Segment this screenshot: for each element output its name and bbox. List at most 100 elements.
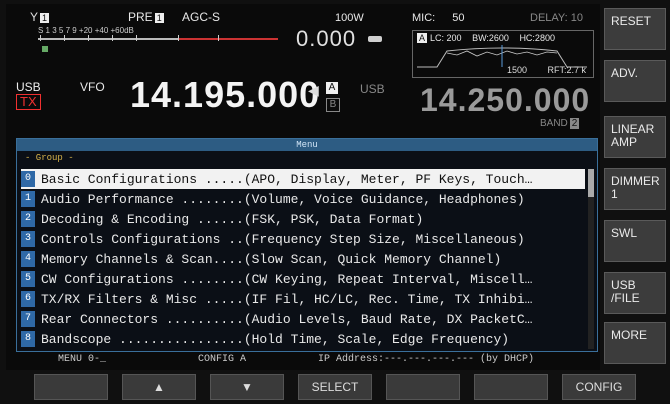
config-button[interactable]: CONFIG: [562, 374, 636, 400]
filter-tag: A: [417, 33, 428, 43]
vfo-arrow-icon: ◀: [308, 82, 319, 98]
menu-number: MENU 0-_: [58, 354, 107, 365]
menu-item-label: Rear Connectors ..........(Audio Levels,…: [41, 311, 533, 327]
delay-indicator: DELAY: 10: [530, 12, 583, 24]
smeter-scale: S 1 3 5 7 9 +20 +40 +60dB: [38, 26, 134, 35]
smeter-label: Y: [30, 10, 39, 24]
menu-item-label: Basic Configurations .....(APO, Display,…: [41, 171, 533, 187]
menu-item-decoding-encoding[interactable]: 2 Decoding & Encoding ......(FSK, PSK, D…: [21, 209, 585, 229]
vfo-a-frequency: 14.195.000: [130, 74, 321, 115]
fkey-5[interactable]: [386, 374, 460, 400]
radio-screen: Y1 PRE 1 AGC-S 100W 0.000 MIC: 50 DELAY: …: [0, 0, 670, 404]
vfo-label: VFO: [80, 80, 105, 94]
menu-scrollbar[interactable]: [588, 169, 594, 349]
menu-item-audio-performance[interactable]: 1 Audio Performance ........(Volume, Voi…: [21, 189, 585, 209]
vfo-a-tag: A: [326, 82, 338, 94]
menu-item-number: 1: [21, 191, 35, 207]
smeter-level: [42, 46, 48, 52]
rit-led-icon: [368, 36, 382, 42]
menu-item-number: 0: [21, 171, 35, 187]
menu-item-tx-rx-filters[interactable]: 6 TX/RX Filters & Misc .....(IF Fil, HC/…: [21, 289, 585, 309]
menu-window: Menu - Group - 0 Basic Configurations ..…: [16, 138, 598, 352]
smeter-tick: [218, 35, 219, 41]
menu-item-number: 3: [21, 231, 35, 247]
power-indicator: 100W: [335, 12, 364, 24]
smeter-over-bar: [178, 38, 278, 40]
filter-marks: 1500 RFT:2.7 k: [507, 65, 586, 75]
scrollbar-thumb[interactable]: [588, 169, 594, 197]
mic-gain: MIC: 50: [412, 12, 465, 24]
menu-item-label: Memory Channels & Scan....(Slow Scan, Qu…: [41, 251, 502, 267]
menu-item-number: 5: [21, 271, 35, 287]
smeter-tick: [40, 35, 41, 41]
filter-hc: HC:2800: [519, 33, 555, 43]
menu-item-basic-configurations[interactable]: 0 Basic Configurations .....(APO, Displa…: [21, 169, 585, 189]
vfo-b-tag: B: [326, 98, 340, 112]
filter-display: A LC: 200 BW:2600 HC:2800 1500 RFT:2.7 k: [412, 30, 594, 78]
scroll-up-button[interactable]: ▲: [122, 374, 196, 400]
mode-indicator: USB: [16, 80, 41, 94]
smeter-tick: [112, 35, 113, 41]
ip-address: IP Address:---.---.---.--- (by DHCP): [318, 354, 535, 365]
preamp-indicator: PRE 1: [128, 10, 164, 24]
pre-value: 1: [154, 13, 164, 23]
menu-item-label: Audio Performance ........(Volume, Voice…: [41, 191, 525, 207]
filter-values: A LC: 200 BW:2600 HC:2800: [417, 33, 555, 43]
fkey-1[interactable]: [34, 374, 108, 400]
agc-indicator: AGC-S: [182, 10, 221, 24]
menu-item-label: TX/RX Filters & Misc .....(IF Fil, HC/LC…: [41, 291, 533, 307]
reset-button[interactable]: RESET: [604, 8, 666, 50]
menu-item-number: 6: [21, 291, 35, 307]
band-indicator: BAND 2: [540, 118, 580, 129]
menu-group-heading: - Group -: [25, 153, 74, 163]
pre-label: PRE: [128, 10, 153, 24]
filter-lc: LC: 200: [430, 33, 462, 43]
mic-label: MIC:: [412, 12, 436, 24]
menu-item-controls-configurations[interactable]: 3 Controls Configurations ..(Frequency S…: [21, 229, 585, 249]
adv-button[interactable]: ADV.: [604, 60, 666, 102]
menu-item-rear-connectors[interactable]: 7 Rear Connectors ..........(Audio Level…: [21, 309, 585, 329]
smeter-tick: [88, 35, 89, 41]
tx-indicator: TX: [16, 94, 41, 110]
menu-item-cw-configurations[interactable]: 5 CW Configurations ........(CW Keying, …: [21, 269, 585, 289]
antenna-badge: 1: [40, 13, 50, 23]
vfo-b-frequency: 14.250.000: [420, 82, 591, 118]
smeter-tick: [136, 35, 137, 41]
menu-item-label: Bandscope ................(Hold Time, Sc…: [41, 331, 510, 347]
menu-item-bandscope[interactable]: 8 Bandscope ................(Hold Time, …: [21, 329, 585, 349]
menu-list: 0 Basic Configurations .....(APO, Displa…: [21, 169, 585, 349]
smeter-tick: [178, 35, 179, 41]
scroll-down-button[interactable]: ▼: [210, 374, 284, 400]
vfo-b-mode: USB: [360, 82, 385, 96]
mic-value: 50: [452, 12, 465, 24]
menu-item-memory-channels-scan[interactable]: 4 Memory Channels & Scan....(Slow Scan, …: [21, 249, 585, 269]
s-meter: S 1 3 5 7 9 +20 +40 +60dB: [28, 26, 288, 56]
fkey-6[interactable]: [474, 374, 548, 400]
menu-item-number: 8: [21, 331, 35, 347]
menu-item-label: CW Configurations ........(CW Keying, Re…: [41, 271, 533, 287]
menu-item-number: 7: [21, 311, 35, 327]
rit-offset: 0.000: [296, 26, 357, 51]
linear-amp-button[interactable]: LINEAR AMP: [604, 116, 666, 158]
filter-bw: BW:2600: [472, 33, 509, 43]
menu-title: Menu: [17, 139, 597, 151]
side-button-column: RESET ADV. LINEAR AMP DIMMER 1 SWL USB /…: [604, 4, 666, 370]
more-button[interactable]: MORE: [604, 322, 666, 364]
menu-item-label: Decoding & Encoding ......(FSK, PSK, Dat…: [41, 211, 424, 227]
filter-rft: RFT:2.7 k: [547, 65, 587, 75]
band-number: 2: [569, 118, 580, 129]
smeter-antenna: Y1: [30, 10, 50, 24]
smeter-tick: [64, 35, 65, 41]
select-button[interactable]: SELECT: [298, 374, 372, 400]
menu-item-number: 2: [21, 211, 35, 227]
usb-file-button[interactable]: USB /FILE: [604, 272, 666, 314]
filter-center: 1500: [507, 65, 528, 75]
band-label: BAND: [540, 118, 568, 129]
swl-button[interactable]: SWL: [604, 220, 666, 262]
dimmer-button[interactable]: DIMMER 1: [604, 168, 666, 210]
menu-footer: MENU 0-_ CONFIG A IP Address:---.---.---…: [18, 352, 596, 368]
function-key-row: ▲ ▼ SELECT CONFIG: [34, 374, 644, 400]
menu-item-number: 4: [21, 251, 35, 267]
menu-item-label: Controls Configurations ..(Frequency Ste…: [41, 231, 525, 247]
config-indicator: CONFIG A: [198, 354, 247, 365]
